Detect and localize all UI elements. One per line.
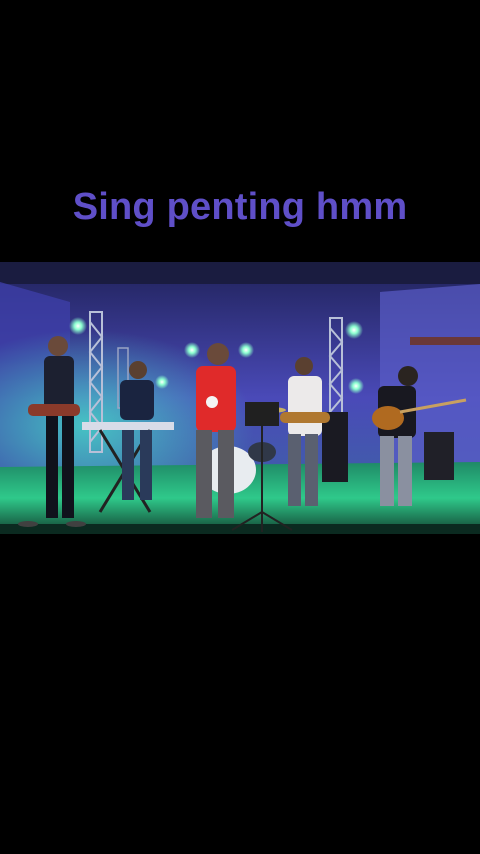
stage-light <box>345 321 363 339</box>
stage-light <box>348 378 364 394</box>
stage-light <box>184 342 200 358</box>
stage-light <box>69 317 87 335</box>
music-stand <box>245 402 279 426</box>
stage-scene <box>0 262 480 534</box>
video-frame[interactable] <box>0 262 480 534</box>
stage-light <box>155 375 169 389</box>
bass-guitar <box>280 412 330 423</box>
stage-light <box>238 342 254 358</box>
guitar <box>28 404 80 416</box>
amplifier <box>424 432 454 480</box>
electric-guitar <box>372 406 404 430</box>
video-caption: Sing penting hmm <box>72 186 408 228</box>
